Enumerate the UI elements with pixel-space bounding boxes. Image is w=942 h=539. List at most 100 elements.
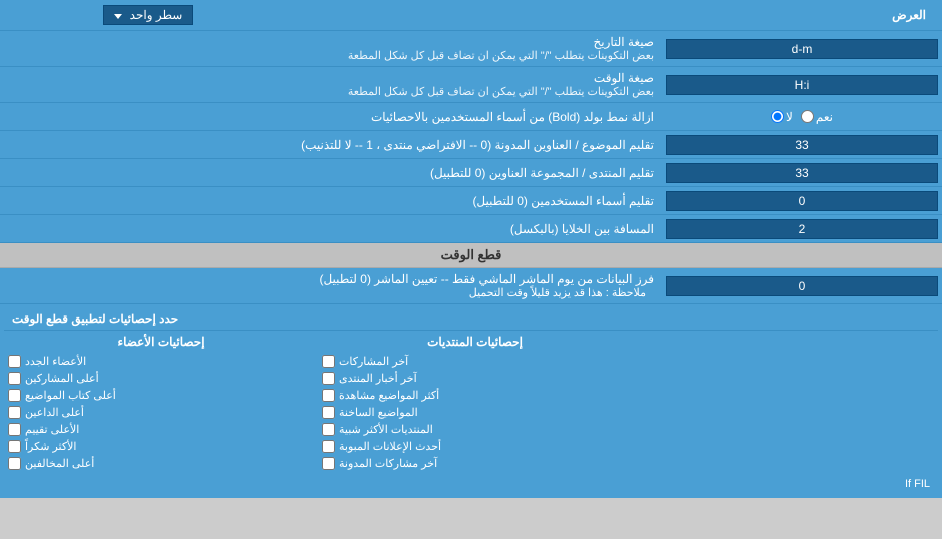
user-names-input[interactable]	[666, 191, 938, 211]
col1-label-2: أعلى كتاب المواضيع	[25, 389, 116, 402]
col2-item-3: المواضيع الساخنة	[322, 404, 628, 421]
col1-checkbox-6[interactable]	[8, 457, 21, 470]
subject-titles-label: تقليم الموضوع / العناوين المدونة (0 -- ا…	[0, 134, 662, 156]
bold-no-label: لا	[786, 110, 793, 124]
bold-remove-label: ازالة نمط بولد (Bold) من أسماء المستخدمي…	[0, 106, 662, 128]
subject-titles-input[interactable]	[666, 135, 938, 155]
col2-checkbox-4[interactable]	[322, 423, 335, 436]
col2-label-0: آخر المشاركات	[339, 355, 408, 368]
bold-yes-label: نعم	[816, 110, 833, 124]
bold-no-option[interactable]: لا	[771, 110, 793, 124]
date-format-input[interactable]	[666, 39, 938, 59]
checkboxes-empty-area	[632, 331, 938, 474]
date-format-input-container	[662, 37, 942, 61]
checkboxes-section: حدد إحصائيات لتطبيق قطع الوقت إحصائيات ا…	[0, 304, 942, 498]
dropdown-label: سطر واحد	[130, 8, 183, 22]
bold-yes-option[interactable]: نعم	[801, 110, 833, 124]
col2-checkbox-0[interactable]	[322, 355, 335, 368]
date-format-label-line2: بعض التكوينات يتطلب "/" التي يمكن ان تضا…	[8, 49, 654, 62]
col1-item-6: أعلى المخالفين	[8, 455, 314, 472]
cell-spacing-input-container	[662, 217, 942, 241]
col1-label-4: الأعلى تقييم	[25, 423, 79, 436]
bold-radio-group: نعم لا	[771, 110, 833, 124]
time-cut-label-line1: فرز البيانات من يوم الماشر الماشي فقط --…	[8, 272, 654, 286]
col1-item-5: الأكثر شكراً	[8, 438, 314, 455]
bold-no-radio[interactable]	[771, 110, 784, 123]
col2-label-4: المنتديات الأكثر شبية	[339, 423, 433, 436]
col1-checkbox-4[interactable]	[8, 423, 21, 436]
col2-item-0: آخر المشاركات	[322, 353, 628, 370]
col2-item-5: أحدث الإعلانات المبوبة	[322, 438, 628, 455]
col2-item-6: آخر مشاركات المدونة	[322, 455, 628, 472]
col1-label-6: أعلى المخالفين	[25, 457, 94, 470]
time-format-label: صيغة الوقت بعض التكوينات يتطلب "/" التي …	[0, 67, 662, 102]
col1-checkbox-3[interactable]	[8, 406, 21, 419]
cell-spacing-row: المسافة بين الخلايا (بالبكسل)	[0, 215, 942, 243]
bottom-note: If FIL	[4, 474, 938, 494]
col1-item-4: الأعلى تقييم	[8, 421, 314, 438]
time-format-input-container	[662, 73, 942, 97]
bottom-text: If FIL	[905, 478, 930, 490]
col2-label-1: آخر أخبار المنتدى	[339, 372, 417, 385]
col2-checkbox-3[interactable]	[322, 406, 335, 419]
col1-checkbox-1[interactable]	[8, 372, 21, 385]
date-format-row: صيغة التاريخ بعض التكوينات يتطلب "/" الت…	[0, 31, 942, 67]
cell-spacing-input[interactable]	[666, 219, 938, 239]
subject-titles-label-line1: تقليم الموضوع / العناوين المدونة (0 -- ا…	[8, 138, 654, 152]
col2-item-2: أكثر المواضيع مشاهدة	[322, 387, 628, 404]
col1-label-1: أعلى المشاركين	[25, 372, 99, 385]
col2-checkbox-1[interactable]	[322, 372, 335, 385]
date-format-label: صيغة التاريخ بعض التكوينات يتطلب "/" الت…	[0, 31, 662, 66]
col2-checkbox-6[interactable]	[322, 457, 335, 470]
col2-label-3: المواضيع الساخنة	[339, 406, 418, 419]
subject-titles-row: تقليم الموضوع / العناوين المدونة (0 -- ا…	[0, 131, 942, 159]
col2-checkbox-2[interactable]	[322, 389, 335, 402]
col2-label-5: أحدث الإعلانات المبوبة	[339, 440, 441, 453]
col1-label-3: أعلى الداعين	[25, 406, 84, 419]
time-cut-label: فرز البيانات من يوم الماشر الماشي فقط --…	[0, 268, 662, 303]
forum-titles-label: تقليم المنتدى / المجموعة العناوين (0 للت…	[0, 162, 662, 184]
date-format-label-line1: صيغة التاريخ	[8, 35, 654, 49]
cell-spacing-label: المسافة بين الخلايا (بالبكسل)	[0, 218, 662, 240]
forum-titles-label-line1: تقليم المنتدى / المجموعة العناوين (0 للت…	[8, 166, 654, 180]
col2-checkbox-5[interactable]	[322, 440, 335, 453]
col1-item-2: أعلى كتاب المواضيع	[8, 387, 314, 404]
bold-radio-container: نعم لا	[662, 108, 942, 126]
col2-label-6: آخر مشاركات المدونة	[339, 457, 437, 470]
bold-remove-row: نعم لا ازالة نمط بولد (Bold) من أسماء ال…	[0, 103, 942, 131]
col1-label-5: الأكثر شكراً	[25, 440, 76, 453]
cell-spacing-label-line1: المسافة بين الخلايا (بالبكسل)	[8, 222, 654, 236]
bold-yes-radio[interactable]	[801, 110, 814, 123]
user-names-label: تقليم أسماء المستخدمين (0 للتطبيل)	[0, 190, 662, 212]
col1-checkbox-2[interactable]	[8, 389, 21, 402]
col1-label-0: الأعضاء الجدد	[25, 355, 86, 368]
user-names-input-container	[662, 189, 942, 213]
col1-item-0: الأعضاء الجدد	[8, 353, 314, 370]
col2-container: إحصائيات المنتديات آخر المشاركات آخر أخب…	[318, 331, 632, 474]
forum-titles-input-container	[662, 161, 942, 185]
time-cut-input[interactable]	[666, 276, 938, 296]
time-cut-header: قطع الوقت	[0, 243, 942, 268]
user-names-label-line1: تقليم أسماء المستخدمين (0 للتطبيل)	[8, 194, 654, 208]
forum-titles-row: تقليم المنتدى / المجموعة العناوين (0 للت…	[0, 159, 942, 187]
col1-container: إحصائيات الأعضاء الأعضاء الجدد أعلى المش…	[4, 331, 318, 474]
col1-item-3: أعلى الداعين	[8, 404, 314, 421]
view-dropdown[interactable]: سطر واحد	[103, 5, 194, 25]
dropdown-arrow-icon	[114, 8, 126, 22]
col1-header: إحصائيات الأعضاء	[8, 333, 314, 351]
col2-label-2: أكثر المواضيع مشاهدة	[339, 389, 439, 402]
user-names-row: تقليم أسماء المستخدمين (0 للتطبيل)	[0, 187, 942, 215]
col1-item-1: أعلى المشاركين	[8, 370, 314, 387]
col1-checkbox-5[interactable]	[8, 440, 21, 453]
time-format-input[interactable]	[666, 75, 938, 95]
bold-remove-label-line1: ازالة نمط بولد (Bold) من أسماء المستخدمي…	[8, 110, 654, 124]
col1-checkbox-0[interactable]	[8, 355, 21, 368]
checkboxes-header-text: حدد إحصائيات لتطبيق قطع الوقت	[12, 312, 178, 326]
time-cut-header-text: قطع الوقت	[441, 247, 502, 262]
page-title: العرض	[288, 6, 934, 24]
time-format-label-line2: بعض التكوينات يتطلب "/" التي يمكن ان تضا…	[8, 85, 654, 98]
time-format-row: صيغة الوقت بعض التكوينات يتطلب "/" التي …	[0, 67, 942, 103]
forum-titles-input[interactable]	[666, 163, 938, 183]
time-format-label-line1: صيغة الوقت	[8, 71, 654, 85]
header-row: العرض سطر واحد	[0, 0, 942, 31]
